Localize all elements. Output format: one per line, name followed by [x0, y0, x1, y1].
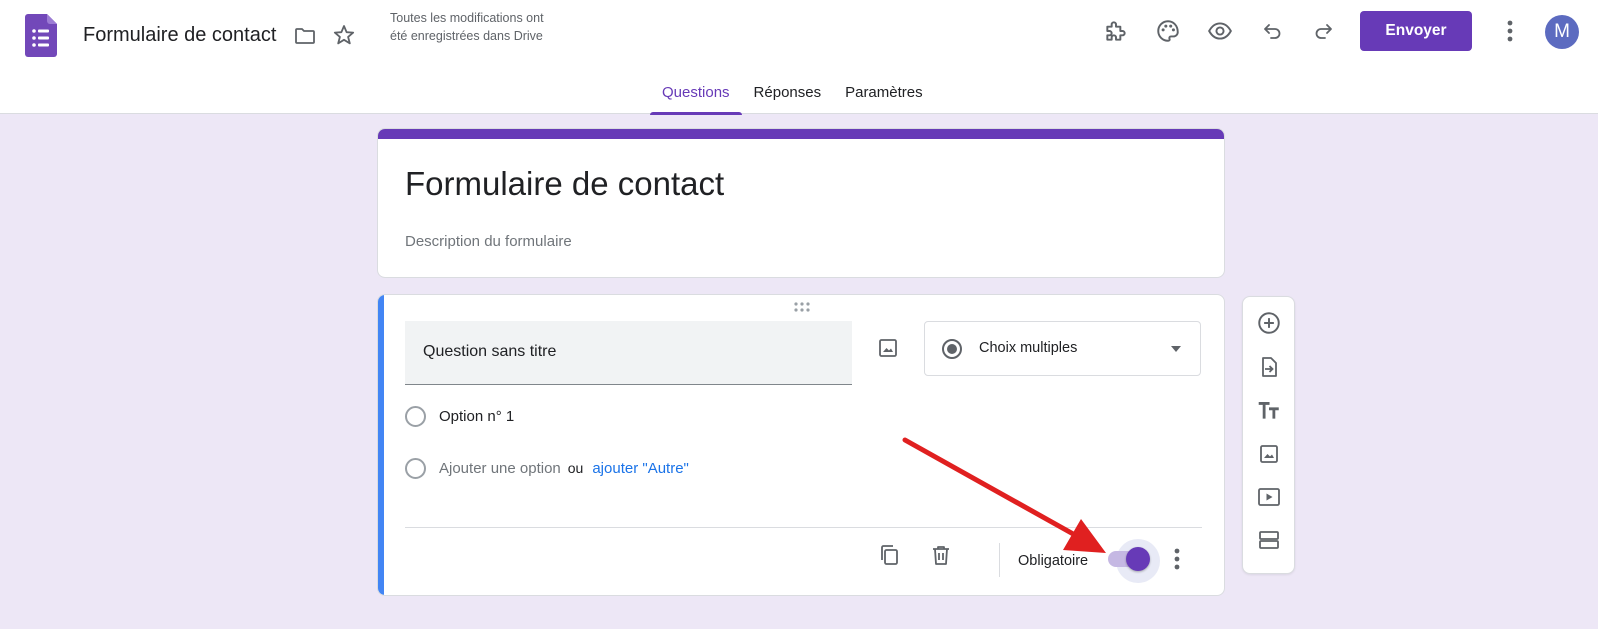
- more-vert-icon[interactable]: [1499, 16, 1521, 46]
- radio-icon: [405, 457, 426, 479]
- add-question-icon[interactable]: [1255, 309, 1283, 337]
- tab-responses[interactable]: Réponses: [742, 82, 834, 114]
- tab-questions[interactable]: Questions: [650, 82, 742, 115]
- more-vert-icon[interactable]: [1165, 545, 1189, 573]
- drag-handle-icon[interactable]: [793, 301, 811, 313]
- send-button[interactable]: Envoyer: [1360, 11, 1472, 51]
- star-icon[interactable]: [331, 22, 357, 48]
- radio-checked-icon: [942, 339, 962, 359]
- question-card[interactable]: Question sans titre Choix multiples Opti…: [377, 294, 1225, 596]
- radio-icon: [405, 405, 426, 427]
- required-label: Obligatoire: [1018, 553, 1089, 569]
- question-title-text: Question sans titre: [423, 343, 557, 360]
- option-label[interactable]: Option n° 1: [439, 408, 514, 425]
- top-bar: Formulaire de contact Toutes les modific…: [0, 0, 1598, 115]
- form-description-field[interactable]: Description du formulaire: [405, 233, 572, 250]
- active-card-indicator: [378, 295, 384, 595]
- footer-separator: [999, 543, 1000, 577]
- add-option-row: Ajouter une option ou ajouter "Autre": [405, 457, 689, 479]
- tab-bar: Questions Réponses Paramètres: [650, 82, 935, 115]
- duplicate-icon[interactable]: [875, 541, 903, 569]
- question-type-dropdown[interactable]: Choix multiples: [924, 321, 1201, 376]
- or-text: ou: [567, 460, 584, 476]
- folder-icon[interactable]: [292, 23, 318, 49]
- puzzle-icon[interactable]: [1100, 15, 1132, 47]
- tab-settings[interactable]: Paramètres: [833, 82, 935, 114]
- redo-icon[interactable]: [1308, 15, 1340, 47]
- option-row[interactable]: Option n° 1: [405, 405, 514, 427]
- avatar[interactable]: M: [1545, 15, 1579, 49]
- add-title-icon[interactable]: [1255, 397, 1283, 425]
- side-toolbar: [1242, 296, 1295, 574]
- form-title[interactable]: Formulaire de contact: [405, 165, 724, 203]
- footer-divider: [405, 527, 1202, 528]
- save-status: Toutes les modifications ont été enregis…: [390, 11, 544, 43]
- undo-icon[interactable]: [1256, 15, 1288, 47]
- add-section-icon[interactable]: [1255, 526, 1283, 554]
- question-type-label: Choix multiples: [979, 340, 1078, 356]
- add-video-icon[interactable]: [1255, 483, 1283, 511]
- dropdown-caret-icon: [1171, 346, 1181, 352]
- title-card-accent: [378, 129, 1224, 139]
- question-title-input[interactable]: Question sans titre: [405, 321, 852, 385]
- import-questions-icon[interactable]: [1255, 353, 1283, 381]
- document-title[interactable]: Formulaire de contact: [83, 24, 276, 47]
- required-toggle-thumb[interactable]: [1126, 547, 1150, 571]
- eye-icon[interactable]: [1204, 15, 1236, 47]
- add-option-link[interactable]: Ajouter une option: [439, 460, 561, 477]
- forms-logo-icon[interactable]: [25, 14, 57, 57]
- delete-icon[interactable]: [927, 541, 955, 569]
- palette-icon[interactable]: [1152, 15, 1184, 47]
- form-title-card: Formulaire de contact Description du for…: [377, 128, 1225, 278]
- add-image-icon[interactable]: [875, 335, 901, 361]
- add-image-icon[interactable]: [1255, 440, 1283, 468]
- add-other-link[interactable]: ajouter "Autre": [592, 460, 689, 477]
